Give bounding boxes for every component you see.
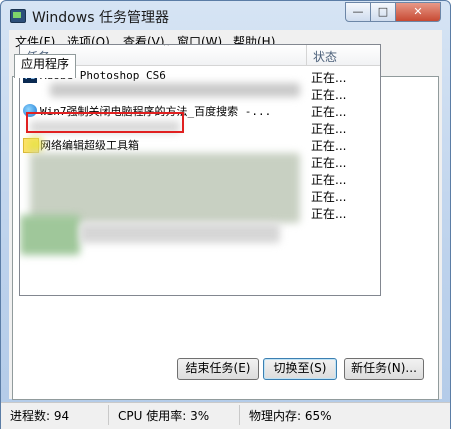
status-bar: 进程数: 94 CPU 使用率: 3% 物理内存: 65% (1, 402, 450, 429)
table-row[interactable]: 网络编辑超级工具箱 正在... (20, 136, 380, 153)
process-count: 进程数: 94 (10, 409, 70, 423)
blurred-icon (28, 138, 42, 152)
maximize-button[interactable]: □ (370, 2, 396, 22)
sort-arrow-icon: ^ (163, 44, 170, 51)
task-status: 正在... (311, 105, 347, 119)
task-status: 正在... (311, 71, 347, 85)
task-status: 正在... (311, 190, 347, 204)
physical-memory: 物理内存: 65% (249, 409, 332, 423)
status-separator (108, 405, 109, 425)
switch-to-button[interactable]: 切换至(S) (263, 358, 337, 380)
close-button[interactable]: ✕ (395, 2, 441, 22)
blurred-row (50, 83, 300, 97)
blurred-row (30, 153, 300, 223)
task-status: 正在... (311, 88, 347, 102)
column-header-status-label: 状态 (313, 50, 338, 64)
tab-applications[interactable]: 应用程序 (14, 54, 76, 78)
highlight-box (26, 112, 184, 133)
title-bar[interactable]: Windows 任务管理器 — □ ✕ (1, 1, 450, 29)
task-list[interactable]: ^ 任务 状态 Ps Adobe Photoshop CS6 正在... 正在.… (19, 44, 381, 296)
task-name: 网络编辑超级工具箱 (40, 139, 139, 152)
task-manager-icon (10, 9, 26, 23)
new-task-button[interactable]: 新任务(N)... (344, 358, 424, 380)
end-task-button[interactable]: 结束任务(E) (177, 358, 259, 380)
column-header-status[interactable]: 状态 (307, 45, 380, 66)
window-title: Windows 任务管理器 (32, 10, 169, 26)
blurred-row (80, 223, 280, 243)
status-separator (239, 405, 240, 425)
minimize-button[interactable]: — (345, 2, 371, 22)
cpu-usage: CPU 使用率: 3% (118, 409, 210, 423)
task-status: 正在... (311, 156, 347, 170)
task-status: 正在... (311, 139, 347, 153)
task-status: 正在... (311, 207, 347, 221)
task-status: 正在... (311, 173, 347, 187)
task-manager-window: Windows 任务管理器 — □ ✕ 文件(F) 选项(O) 查看(V) 窗口… (0, 0, 451, 429)
blurred-icon (20, 215, 80, 255)
task-status: 正在... (311, 122, 347, 136)
